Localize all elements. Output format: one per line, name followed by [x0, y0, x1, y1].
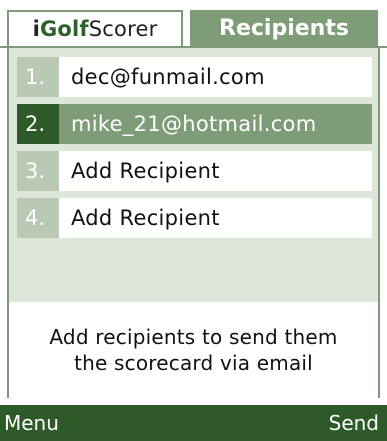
recipient-row-4[interactable]: 4. Add Recipient — [17, 198, 372, 238]
send-softkey[interactable]: Send — [329, 411, 379, 435]
recipient-number-2: 2. — [17, 104, 59, 144]
recipient-label-1: dec@funmail.com — [71, 65, 265, 89]
recipient-number-1: 1. — [17, 57, 59, 97]
recipient-row-1[interactable]: 1. dec@funmail.com — [17, 57, 372, 97]
recipient-row-2[interactable]: 2. mike_21@hotmail.com — [17, 104, 372, 144]
tab-header: i Golf Scorer Recipients — [0, 0, 387, 48]
tab-igolfscorer[interactable]: i Golf Scorer — [7, 10, 183, 46]
help-line-1: Add recipients to send them — [49, 325, 338, 349]
recipient-number-4: 4. — [17, 198, 59, 238]
recipients-screen: i Golf Scorer Recipients 1. dec@funmail.co… — [0, 0, 387, 441]
help-text: Add recipients to send them the scorecar… — [7, 302, 380, 398]
recipient-label-4: Add Recipient — [71, 206, 220, 230]
tab-recipients[interactable]: Recipients — [190, 10, 378, 46]
help-line-2: the scorecard via email — [74, 351, 313, 375]
menu-softkey[interactable]: Menu — [4, 411, 59, 435]
recipient-number-3: 3. — [17, 151, 59, 191]
recipient-row-3[interactable]: 3. Add Recipient — [17, 151, 372, 191]
recipient-label-3: Add Recipient — [71, 159, 220, 183]
brand-prefix: i — [32, 17, 40, 41]
brand-golf: Golf — [39, 17, 89, 41]
recipient-label-2: mike_21@hotmail.com — [71, 112, 317, 136]
recipient-list-panel: 1. dec@funmail.com 2. mike_21@hotmail.co… — [7, 48, 380, 302]
brand-suffix: Scorer — [88, 17, 158, 41]
softkey-bar: Menu Send — [0, 405, 387, 441]
